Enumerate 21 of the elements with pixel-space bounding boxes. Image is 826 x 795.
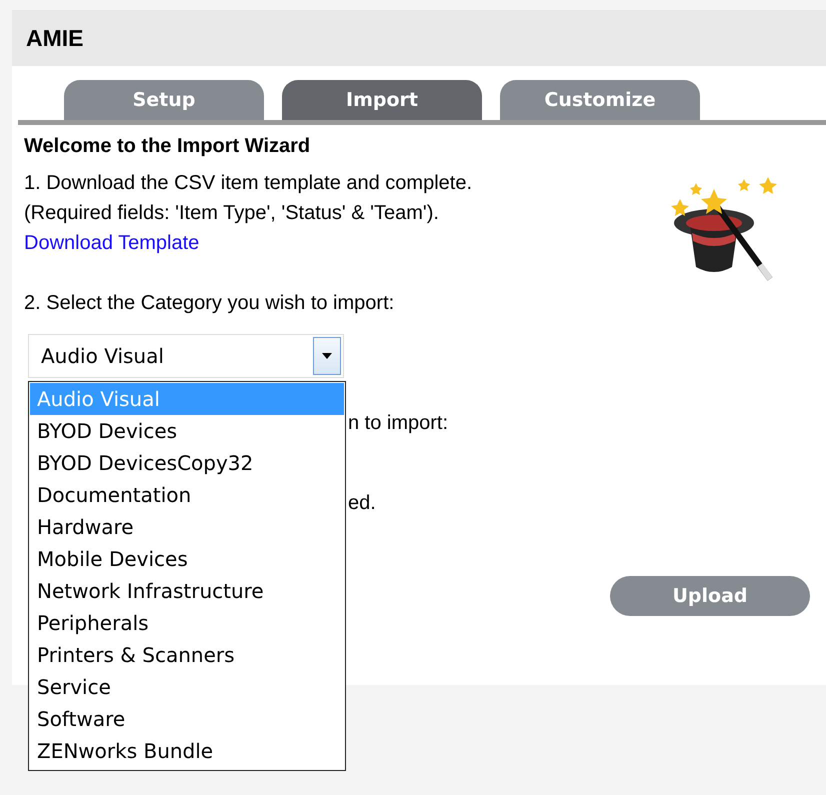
category-select[interactable]: Audio Visual	[28, 334, 344, 378]
download-template-link[interactable]: Download Template	[24, 228, 200, 258]
step-text: 1. Download the CSV item template and complete.	[24, 171, 472, 196]
dropdown-option[interactable]: Software	[30, 703, 344, 735]
wizard-heading: Welcome to the Import Wizard	[24, 135, 310, 158]
dropdown-option[interactable]: ZENworks Bundle	[30, 735, 344, 767]
dropdown-option[interactable]: Mobile Devices	[30, 543, 344, 575]
step-text: (Required fields: 'Item Type', 'Status' & 'Team').	[24, 201, 439, 226]
dropdown-option[interactable]: BYOD DevicesCopy32	[30, 447, 344, 479]
dropdown-option[interactable]: Hardware	[30, 511, 344, 543]
dropdown-option[interactable]: Service	[30, 671, 344, 703]
tab[interactable]: Import	[282, 80, 482, 120]
step-text: 2. Select the Category you wish to import:	[24, 291, 394, 316]
dropdown-option[interactable]: BYOD Devices	[30, 415, 344, 447]
dropdown-option[interactable]: Documentation	[30, 479, 344, 511]
dropdown-option[interactable]: Printers & Scanners	[30, 639, 344, 671]
page-title: AMIE	[26, 24, 84, 52]
dropdown-option[interactable]: Network Infrastructure	[30, 575, 344, 607]
dropdown-option[interactable]: Peripherals	[30, 607, 344, 639]
step-text: ed.	[348, 491, 376, 516]
step-text: n to import:	[348, 411, 448, 436]
